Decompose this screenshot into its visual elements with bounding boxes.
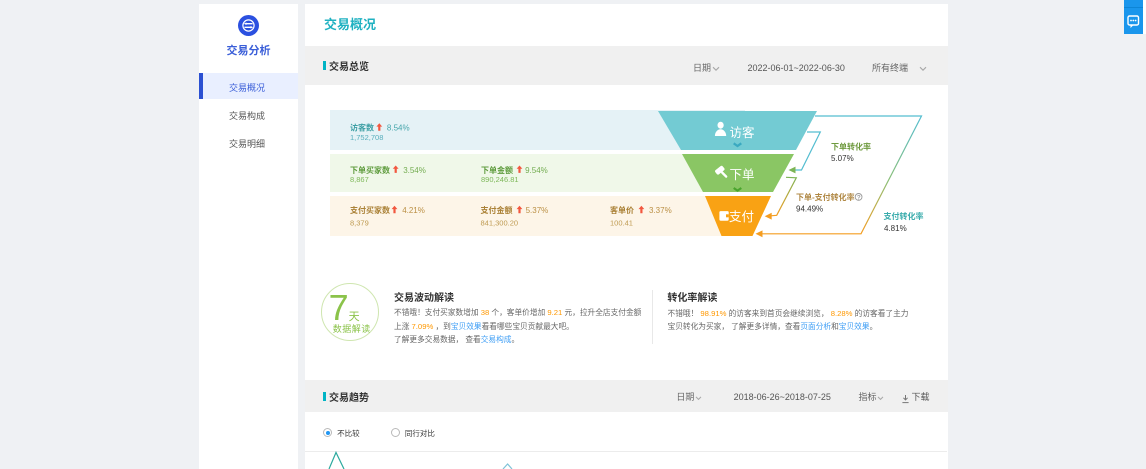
svg-text:8,867: 8,867 — [350, 174, 369, 185]
svg-text:5.37%: 5.37% — [526, 205, 549, 216]
svg-text:支付买家数: 支付买家数 — [350, 205, 390, 216]
svg-text:5.07%: 5.07% — [831, 153, 854, 164]
svg-text:支付金额: 支付金额 — [481, 205, 513, 216]
svg-text:下单: 下单 — [730, 164, 755, 183]
svg-text:4.81%: 4.81% — [884, 223, 907, 234]
svg-text:1,752,708: 1,752,708 — [350, 132, 383, 143]
svg-text:8.54%: 8.54% — [387, 123, 410, 134]
svg-text:客单价: 客单价 — [610, 205, 634, 216]
svg-text:3.37%: 3.37% — [649, 205, 672, 216]
svg-text:94.49%: 94.49% — [796, 203, 823, 214]
svg-text:890,246.81: 890,246.81 — [481, 174, 519, 185]
svg-text:?: ? — [857, 192, 861, 201]
svg-text:下单-支付转化率: 下单-支付转化率 — [796, 192, 855, 203]
svg-text:8,379: 8,379 — [350, 217, 369, 228]
svg-text:下单转化率: 下单转化率 — [831, 141, 871, 152]
svg-text:支付转化率: 支付转化率 — [884, 211, 924, 222]
svg-text:100.41: 100.41 — [610, 217, 633, 228]
svg-text:841,300.20: 841,300.20 — [481, 217, 519, 228]
svg-text:4.21%: 4.21% — [402, 205, 425, 216]
svg-text:支付: 支付 — [729, 206, 754, 225]
svg-text:访客: 访客 — [730, 122, 756, 141]
svg-text:9.54%: 9.54% — [525, 165, 548, 176]
svg-text:3.54%: 3.54% — [403, 165, 426, 176]
